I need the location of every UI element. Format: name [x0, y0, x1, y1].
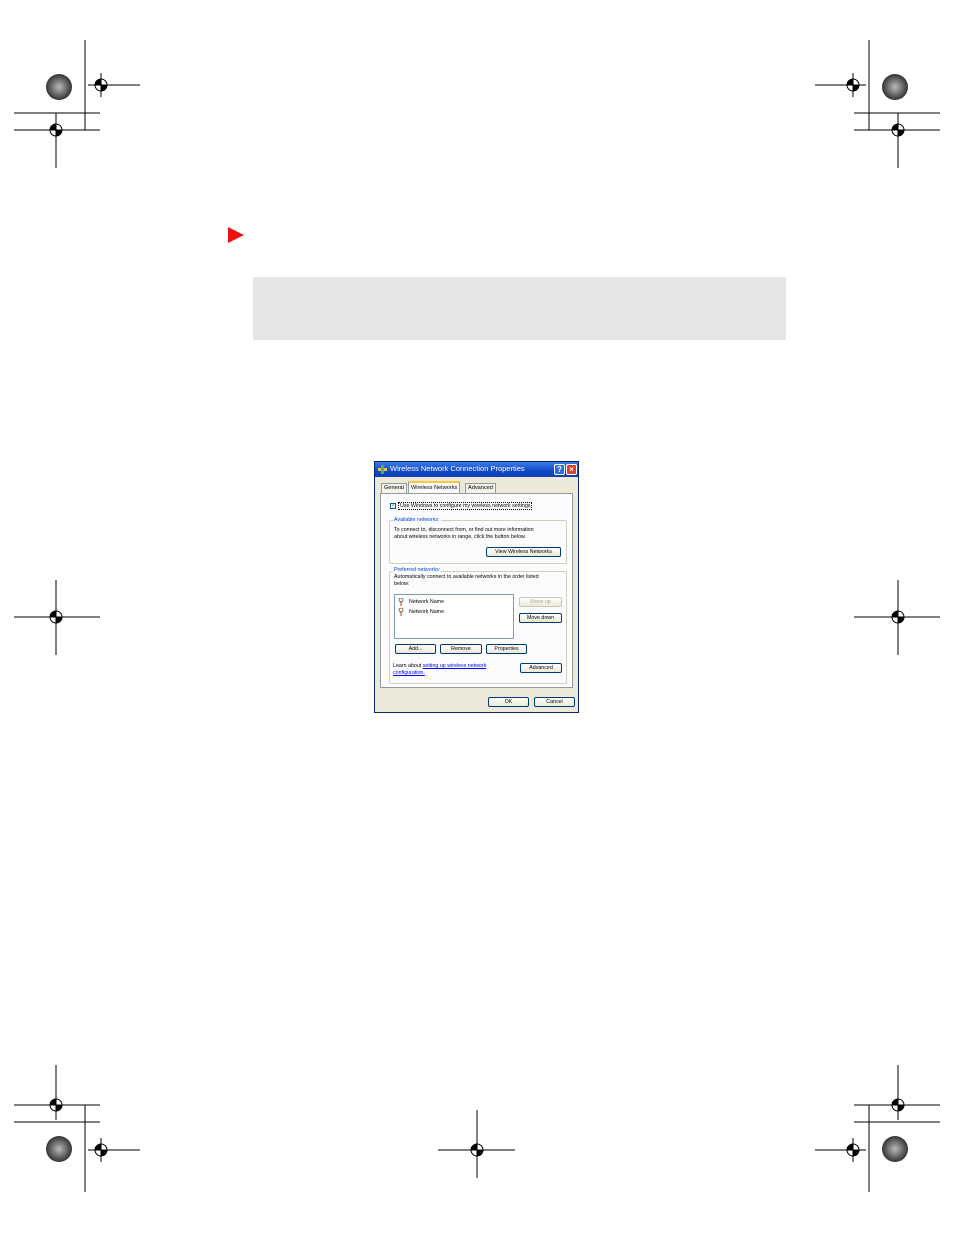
network-name: Network Name: [409, 609, 445, 615]
move-up-button[interactable]: Move up: [519, 597, 562, 607]
learn-link-part-2[interactable]: configuration.: [393, 670, 425, 676]
advanced-button[interactable]: Advanced: [520, 663, 562, 673]
learn-about-text: Learn about setting up wireless network: [393, 663, 486, 669]
wireless-networks-panel: ✓ Use Windows to configure my wireless n…: [380, 493, 573, 688]
view-wireless-networks-button[interactable]: View Wireless Networks: [486, 547, 561, 557]
preferred-line-1: Automatically connect to available netwo…: [394, 574, 539, 580]
use-windows-label[interactable]: Use Windows to configure my wireless net…: [398, 502, 533, 510]
available-line-1: To connect to, disconnect from, or find …: [394, 527, 534, 533]
add-button[interactable]: Add...: [395, 644, 436, 654]
ok-button[interactable]: OK: [488, 697, 529, 707]
available-line-2: about wireless networks in range, click …: [394, 534, 526, 540]
network-name: Network Name: [409, 599, 445, 605]
tab-general[interactable]: General: [381, 483, 407, 493]
properties-button[interactable]: Properties: [486, 644, 527, 654]
learn-about-prefix: Learn about: [393, 663, 422, 669]
red-pointer-icon: [228, 227, 244, 243]
help-button[interactable]: ?: [554, 464, 565, 475]
wireless-properties-dialog: Wireless Network Connection Properties ?…: [374, 461, 579, 713]
cancel-button[interactable]: Cancel: [534, 697, 575, 707]
move-down-button[interactable]: Move down: [519, 613, 562, 623]
tab-advanced[interactable]: Advanced: [465, 483, 496, 493]
use-windows-checkbox[interactable]: ✓: [390, 503, 396, 509]
remove-button[interactable]: Remove: [440, 644, 482, 654]
wireless-network-icon: [398, 598, 404, 606]
wireless-network-icon: [398, 608, 404, 616]
preferred-line-2: below:: [394, 581, 410, 587]
list-item[interactable]: Network Name: [398, 598, 508, 606]
preferred-networks-list[interactable]: Network Name Network Name: [394, 594, 514, 639]
dialog-title: Wireless Network Connection Properties: [390, 464, 525, 473]
shaded-note-box: [253, 277, 786, 340]
learn-link-part-1[interactable]: setting up wireless network: [423, 663, 487, 669]
list-item[interactable]: Network Name: [398, 608, 508, 616]
available-networks-label: Available networks:: [393, 517, 441, 523]
close-button[interactable]: ×: [566, 464, 577, 475]
dialog-title-bar[interactable]: Wireless Network Connection Properties ?…: [375, 462, 578, 477]
network-connection-icon: [378, 465, 387, 474]
preferred-networks-label: Preferred networks:: [393, 567, 442, 573]
